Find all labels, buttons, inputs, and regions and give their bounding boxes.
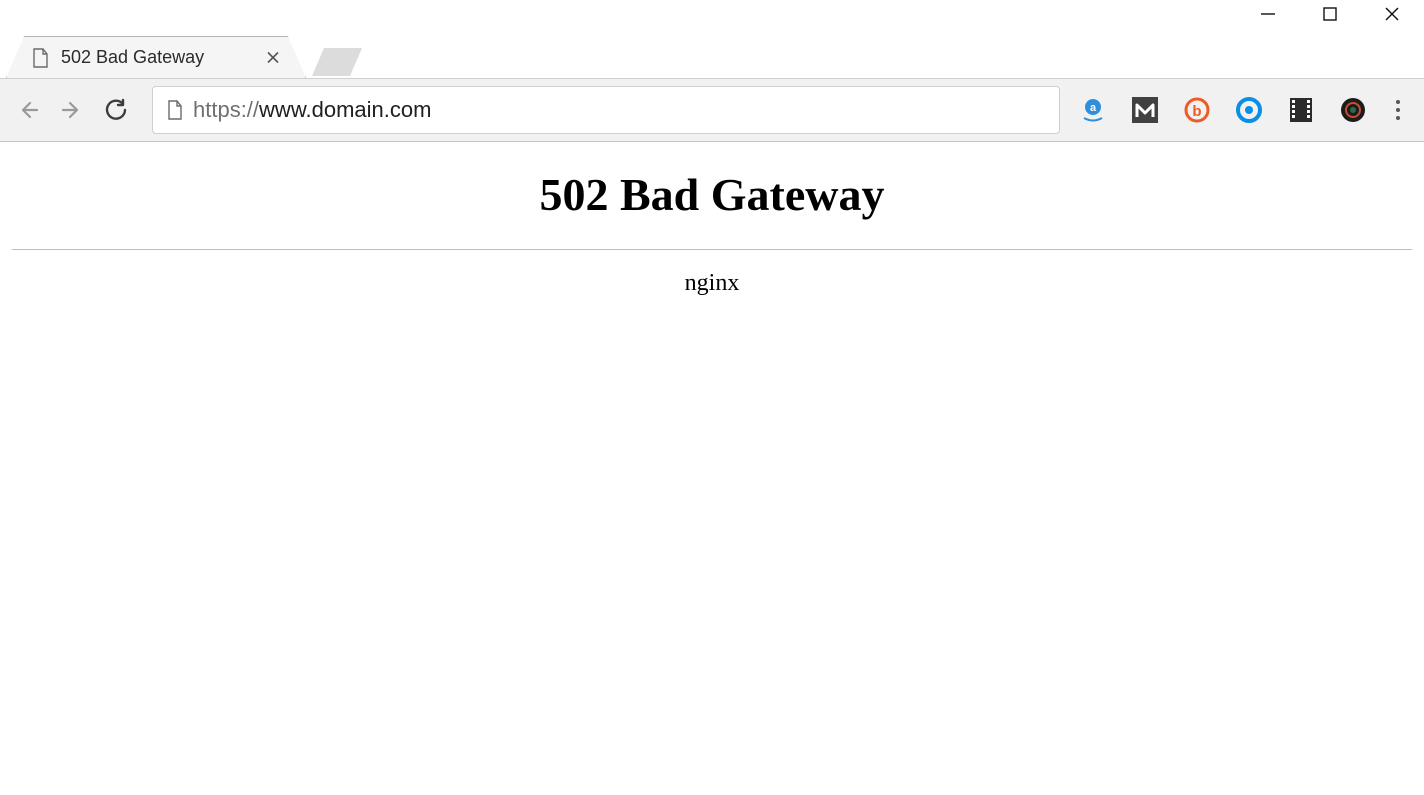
page-info-icon [167, 100, 183, 120]
tab-strip: 502 Bad Gateway [0, 28, 1424, 78]
reload-icon [104, 98, 128, 122]
extensions-row: a b [1078, 95, 1410, 125]
divider [12, 249, 1412, 250]
reload-button[interactable] [98, 92, 134, 128]
mega-extension-icon[interactable] [1130, 95, 1160, 125]
url-scheme: https:// [193, 97, 259, 122]
window-controls [0, 0, 1424, 28]
server-name: nginx [10, 270, 1414, 297]
q-extension-icon[interactable] [1234, 95, 1264, 125]
tab-title: 502 Bad Gateway [61, 47, 204, 68]
arrow-left-icon [16, 98, 40, 122]
address-bar-text: https://www.domain.com [193, 97, 431, 123]
browser-menu-button[interactable] [1390, 100, 1406, 120]
bitly-extension-icon[interactable]: b [1182, 95, 1212, 125]
browser-toolbar: https://www.domain.com a b [0, 78, 1424, 142]
window-close-button[interactable] [1384, 6, 1400, 22]
svg-text:b: b [1192, 103, 1201, 120]
minimize-icon [1260, 6, 1276, 22]
film-extension-icon[interactable] [1286, 95, 1316, 125]
film-icon [1289, 97, 1313, 123]
page-content: 502 Bad Gateway nginx [0, 142, 1424, 309]
error-heading: 502 Bad Gateway [10, 168, 1414, 221]
amazon-icon: a [1080, 97, 1106, 123]
m-icon [1132, 97, 1158, 123]
svg-text:a: a [1090, 102, 1097, 114]
arrow-right-icon [60, 98, 84, 122]
dots-icon [1396, 100, 1400, 104]
tab-close-button[interactable] [267, 48, 279, 67]
page-favicon-icon [31, 48, 49, 68]
q-icon [1236, 97, 1262, 123]
close-icon [267, 51, 279, 63]
window-maximize-button[interactable] [1322, 6, 1338, 22]
back-button[interactable] [10, 92, 46, 128]
b-icon: b [1184, 97, 1210, 123]
new-tab-button[interactable] [312, 48, 362, 76]
forward-button[interactable] [54, 92, 90, 128]
address-bar[interactable]: https://www.domain.com [152, 86, 1060, 134]
close-icon [1384, 6, 1400, 22]
amazon-assistant-icon[interactable]: a [1078, 95, 1108, 125]
window-minimize-button[interactable] [1260, 6, 1276, 22]
lens-icon [1340, 97, 1366, 123]
tab-active[interactable]: 502 Bad Gateway [6, 36, 306, 78]
maximize-icon [1322, 6, 1338, 22]
url-host: www.domain.com [259, 97, 431, 122]
lens-extension-icon[interactable] [1338, 95, 1368, 125]
